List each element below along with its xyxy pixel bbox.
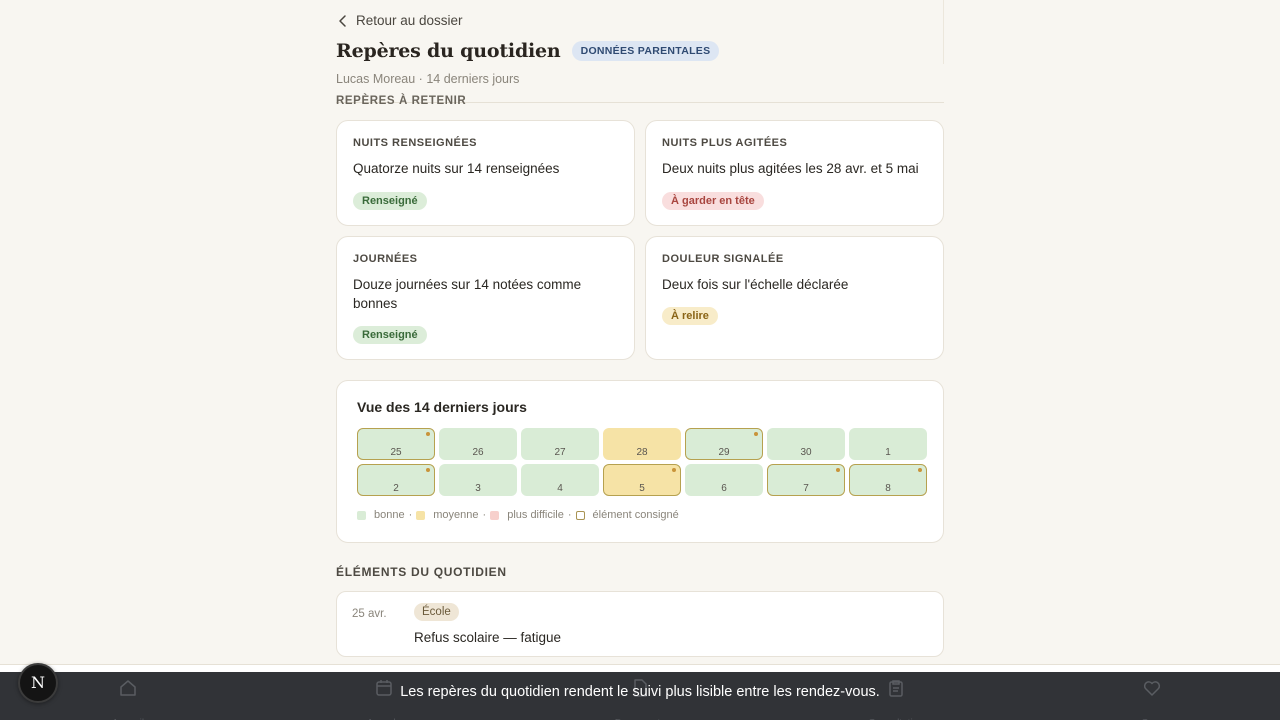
page-header: Retour au dossier Repères du quotidien D…	[336, 0, 944, 107]
calendar-day[interactable]: 28	[603, 428, 681, 460]
calendar-day[interactable]: 3	[439, 464, 517, 496]
card-days: JOURNÉES Douze journées sur 14 notées co…	[336, 236, 635, 360]
card-body: Deux fois sur l'échelle déclarée	[662, 277, 849, 292]
parental-data-badge: DONNÉES PARENTALES	[571, 41, 720, 61]
entry-text: Refus scolaire — fatigue	[414, 630, 562, 645]
recorded-event-dot	[918, 468, 922, 472]
legend-separator: ·	[408, 509, 413, 521]
calendar-day-number: 5	[639, 483, 645, 494]
calendar-day-number: 1	[885, 447, 891, 458]
card-nights-recorded: NUITS RENSEIGNÉES Quatorze nuits sur 14 …	[336, 120, 635, 226]
back-link-label: Retour au dossier	[356, 13, 463, 28]
nav-agenda-label: Agenda	[334, 704, 434, 720]
legend-swatch-good	[357, 510, 366, 520]
calendar-card: Vue des 14 derniers jours 25 26 27 28 29 30 1 2…	[336, 380, 944, 543]
card-kicker: NUITS RENSEIGNÉES	[353, 137, 478, 149]
calendar-day-number: 3	[475, 483, 481, 494]
card-pain-reported: DOULEUR SIGNALÉE Deux fois sur l'échelle…	[645, 236, 944, 360]
legend-swatch-bad	[490, 510, 500, 520]
patient-period-subtitle: Lucas Moreau · 14 derniers jours	[336, 72, 520, 86]
nav-care-label: Care	[1102, 704, 1202, 720]
calendar-day[interactable]: 1	[849, 428, 927, 460]
recorded-event-dot	[754, 432, 758, 436]
calendar-day[interactable]: 26	[439, 428, 517, 460]
legend-separator: ·	[567, 509, 572, 521]
header-divider	[943, 0, 944, 64]
clipboard-icon	[889, 680, 903, 697]
calendar-day[interactable]: 27	[521, 428, 599, 460]
list-item[interactable]: 25 avr. École Refus scolaire — fatigue	[336, 591, 944, 657]
page-title: Repères du quotidien	[336, 40, 561, 62]
calendar-day[interactable]: 29	[685, 428, 763, 460]
card-kicker: JOURNÉES	[353, 253, 418, 265]
calendar-day[interactable]: 4	[521, 464, 599, 496]
day-grid: 25 26 27 28 29 30 1 2 3 4 5 6 7 8	[357, 428, 927, 496]
status-badge: Renseigné	[353, 326, 427, 344]
calendar-day-number: 4	[557, 483, 563, 494]
legend-swatch-marked	[575, 510, 585, 520]
section-label-key-points: REPÈRES À RETENIR	[336, 95, 467, 107]
recorded-event-dot	[836, 468, 840, 472]
calendar-day[interactable]: 7	[767, 464, 845, 496]
back-to-file-link[interactable]: Retour au dossier	[336, 13, 463, 28]
calendar-day-number: 30	[800, 447, 812, 458]
recorded-event-dot	[426, 468, 430, 472]
chevron-left-icon	[339, 14, 346, 27]
calendar-day-number: 26	[472, 447, 484, 458]
toast-text: Les repères du quotidien rendent le suiv…	[400, 684, 880, 700]
nav-care[interactable]: Care	[1102, 678, 1202, 720]
calendar-day-number: 28	[636, 447, 648, 458]
calendar-day[interactable]: 25	[357, 428, 435, 460]
card-body: Douze journées sur 14 notées comme bonne…	[353, 277, 582, 311]
status-badge: À garder en tête	[662, 192, 764, 210]
card-restless-nights: NUITS PLUS AGITÉES Deux nuits plus agité…	[645, 120, 944, 226]
calendar-icon	[376, 680, 392, 696]
nav-consultation-label: Consultation	[846, 704, 946, 720]
legend-separator: ·	[482, 509, 487, 521]
calendar-day-number: 29	[718, 447, 730, 458]
calendar-day-number: 25	[390, 447, 402, 458]
avatar[interactable]: N	[18, 663, 58, 703]
status-badge: Renseigné	[353, 192, 427, 210]
heart-icon	[1143, 681, 1161, 696]
card-body: Deux nuits plus agitées les 28 avr. et 5…	[662, 161, 919, 176]
calendar-day[interactable]: 30	[767, 428, 845, 460]
calendar-day-number: 27	[554, 447, 566, 458]
recorded-event-dot	[426, 432, 430, 436]
status-badge: À relire	[662, 307, 718, 325]
card-body: Quatorze nuits sur 14 renseignées	[353, 161, 560, 176]
calendar-day[interactable]: 5	[603, 464, 681, 496]
card-kicker: DOULEUR SIGNALÉE	[662, 253, 784, 265]
entry-category-tag: École	[414, 603, 459, 621]
card-kicker: NUITS PLUS AGITÉES	[662, 137, 788, 149]
calendar-day-number: 2	[393, 483, 399, 494]
nav-home-label: Accueil	[78, 704, 178, 720]
nav-documents-label: Documents	[590, 704, 690, 720]
legend-bad-label: plus difficile	[507, 509, 564, 521]
recorded-event-dot	[672, 468, 676, 472]
section-label-daily-elements: ÉLÉMENTS DU QUOTIDIEN	[336, 565, 507, 579]
calendar-day-number: 6	[721, 483, 727, 494]
entry-date: 25 avr.	[352, 608, 387, 620]
nav-home[interactable]: Accueil	[78, 678, 178, 720]
home-icon	[120, 680, 136, 696]
calendar-day[interactable]: 2	[357, 464, 435, 496]
legend-mid-label: moyenne	[433, 509, 479, 521]
calendar-day[interactable]: 6	[685, 464, 763, 496]
calendar-day-number: 8	[885, 483, 891, 494]
toast-message: Accueil Agenda Documents Consultation Ca…	[0, 672, 1280, 720]
legend-good-label: bonne	[374, 509, 405, 521]
calendar-day-number: 7	[803, 483, 809, 494]
calendar-title: Vue des 14 derniers jours	[357, 399, 527, 415]
title-row: Repères du quotidien DONNÉES PARENTALES	[336, 40, 720, 62]
legend-swatch-mid	[416, 510, 426, 520]
calendar-day[interactable]: 8	[849, 464, 927, 496]
calendar-legend: bonne · moyenne · plus difficile · éléme…	[357, 509, 679, 521]
legend-marked-label: élément consigné	[592, 509, 679, 521]
